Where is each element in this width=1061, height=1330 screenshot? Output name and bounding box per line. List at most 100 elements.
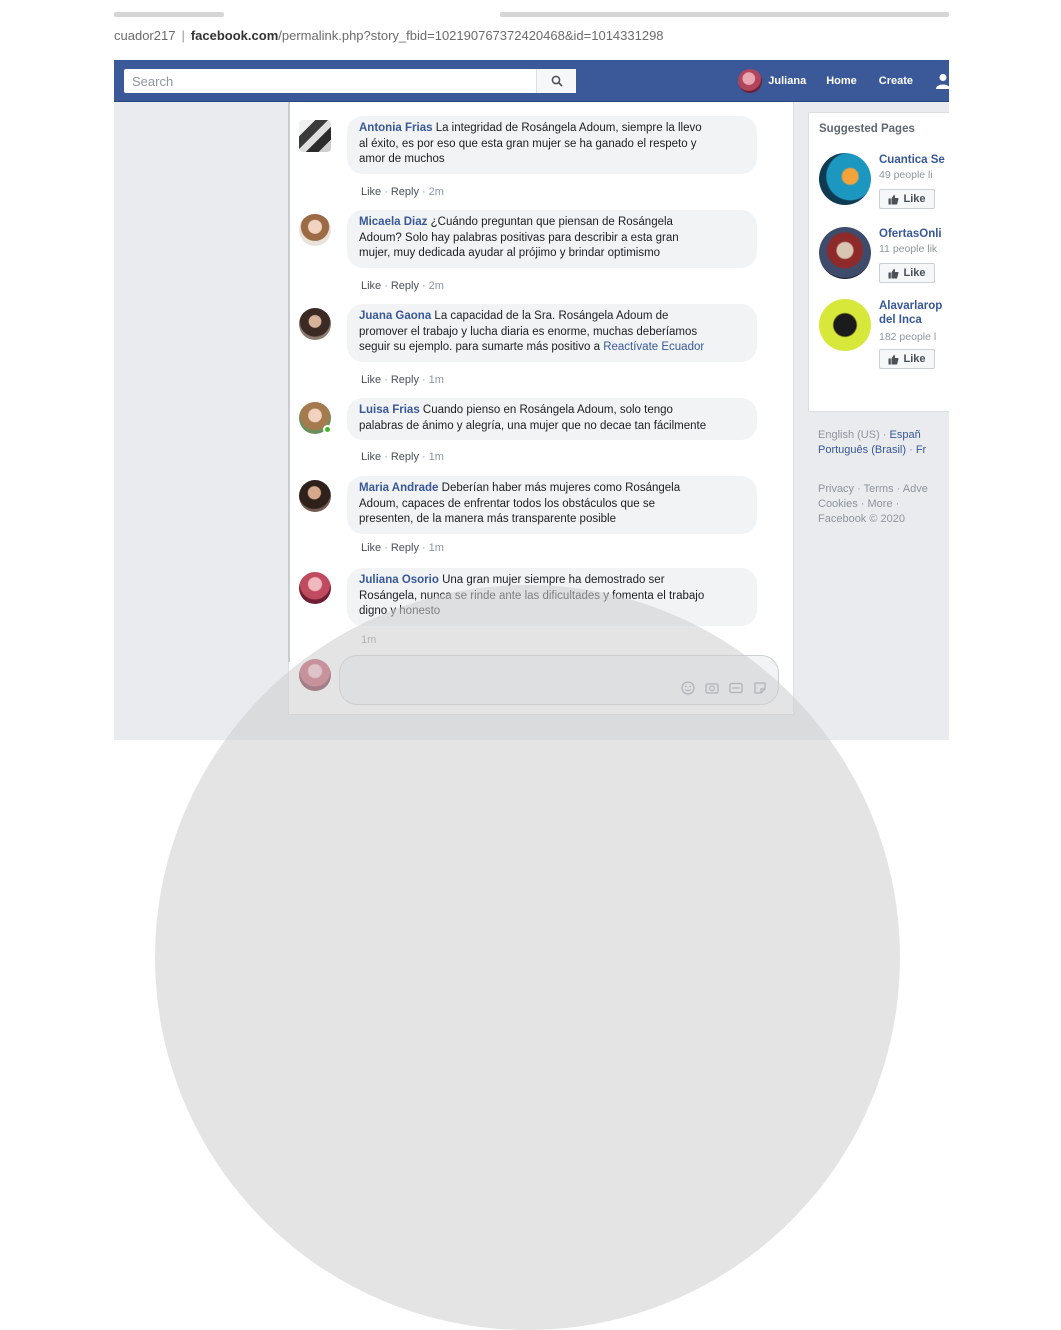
comment-time[interactable]: 2m [429,280,444,292]
thumbs-up-icon [888,354,900,364]
like-page-button[interactable]: Like [879,263,935,283]
comment-time[interactable]: 1m [361,634,376,646]
page-likes-count: 182 people l [879,331,937,343]
page-logo[interactable] [819,153,871,205]
url-prefix: cuador217 [114,28,176,43]
page-name-link[interactable]: Cuantica Se [879,153,949,167]
page-likes-count: 49 people li [879,169,933,181]
commenter-name[interactable]: Juliana Osorio [359,574,439,586]
camera-icon[interactable] [704,680,720,696]
avatar[interactable] [299,308,331,340]
like-link[interactable]: Like [361,186,381,198]
top-nav: Juliana Home Create [738,60,949,102]
comment-time[interactable]: 2m [429,186,444,198]
comment-text: Adoum, capaces de enfrentar todos los ob… [359,497,655,510]
search-icon [551,75,563,87]
thumbs-up-icon [888,194,900,204]
search-box [124,69,576,93]
reply-link[interactable]: Reply [391,374,419,386]
footer-links[interactable]: Privacy · Terms · Adve [818,483,928,495]
commenter-name[interactable]: Luisa Frias [359,404,420,416]
reply-link[interactable]: Reply [391,542,419,554]
divider [288,102,290,662]
comment-bubble: Micaela Diaz ¿Cuándo preguntan que piens… [347,210,757,268]
comment-text: Cuando pienso en Rosángela Adoum, solo t… [422,404,673,416]
reactivate-ecuador-link[interactable]: Reactívate Ecuador [603,341,704,353]
avatar [738,69,763,93]
suggested-pages-heading: Suggested Pages [819,123,915,135]
browser-tab[interactable] [114,12,224,17]
search-input[interactable] [124,69,536,93]
language-link[interactable]: Português (Brasil) [818,444,906,456]
language-link[interactable]: Españ [890,429,921,441]
like-link[interactable]: Like [361,280,381,292]
comment-time[interactable]: 1m [429,451,444,463]
browser-tab[interactable] [500,12,949,17]
like-page-button[interactable]: Like [879,189,935,209]
comment: Antonia Frias La integridad de Rosángela… [299,116,769,200]
comment-actions: 1m [361,634,376,646]
comment-text: Rosángela, nunca se rinde ante las dific… [359,589,705,602]
comment-actions: Like · Reply · 2m [361,280,444,292]
page-logo[interactable] [819,299,871,351]
browser-window: cuador217 | facebook.com/permalink.php?sto… [114,0,949,740]
like-page-button[interactable]: Like [879,349,935,369]
comment-composer [299,655,785,705]
comment-bubble: Luisa Frias Cuando pienso en Rosángela A… [347,398,757,440]
suggested-page: Alavarlarop del Inca 182 people l Like [819,299,949,389]
like-link[interactable]: Like [361,542,381,554]
reply-link[interactable]: Reply [391,451,419,463]
commenter-name[interactable]: Antonia Frias [359,122,432,134]
comment-input[interactable] [340,656,660,702]
search-button[interactable] [536,69,576,93]
comment-actions: Like · Reply · 2m [361,186,444,198]
home-link[interactable]: Home [826,75,857,87]
like-link[interactable]: Like [361,451,381,463]
language-link[interactable]: English (US) [818,429,880,441]
commenter-name[interactable]: Juana Gaona [359,310,431,322]
reply-link[interactable]: Reply [391,280,419,292]
create-link[interactable]: Create [879,75,913,87]
comment-text: palabras de ánimo y alegría, una mujer q… [359,419,707,432]
facebook-top-bar: Juliana Home Create [114,60,949,102]
reply-link[interactable]: Reply [391,186,419,198]
comment-text: ¿Cuándo preguntan que piensan de Rosánge… [430,216,673,228]
page-name-line: del Inca [879,314,922,326]
friend-requests-button[interactable] [935,73,949,89]
comment-bubble: Juliana Osorio Una gran mujer siempre ha… [347,568,757,626]
emoji-icon[interactable] [680,680,696,696]
page-name-link[interactable]: Alavarlarop del Inca [879,299,949,327]
language-link[interactable]: Fr [916,444,926,456]
gif-icon[interactable] [728,680,744,696]
composer-icons [680,680,768,696]
language-links: English (US) · Españ Português (Brasil) … [818,429,927,456]
url-path: /permalink.php?story_fbid=10219076737242… [278,28,664,43]
comment-text: digno y honesto [359,605,441,617]
sticker-icon[interactable] [752,680,768,696]
site-footer: Privacy · Terms · Adve Cookies · More · … [818,482,949,527]
comment-time[interactable]: 1m [429,374,444,386]
comment-actions: Like · Reply · 1m [361,374,444,386]
avatar[interactable] [299,120,331,152]
avatar[interactable] [299,214,331,246]
page-name-line: Alavarlarop [879,300,943,312]
comment-text: Adoum? Solo hay palabras positivas para … [359,231,679,244]
like-link[interactable]: Like [361,374,381,386]
page-logo[interactable] [819,227,871,279]
comment: Luisa Frias Cuando pienso en Rosángela A… [299,398,769,464]
comment-text: Una gran mujer siempre ha demostrado ser [442,574,665,586]
url-host: facebook.com [190,28,279,43]
footer-links[interactable]: Cookies · More · [818,498,899,510]
address-bar[interactable]: cuador217 | facebook.com/permalink.php?sto… [114,28,949,50]
profile-link[interactable]: Juliana [738,69,806,93]
avatar[interactable] [299,572,331,604]
comment-text: amor de muchos [359,153,445,165]
page-name-link[interactable]: OfertasOnli [879,227,949,241]
comment-text: La capacidad de la Sra. Rosángela Adoum … [434,310,669,322]
avatar[interactable] [299,480,331,512]
commenter-name[interactable]: Micaela Diaz [359,216,427,228]
like-label: Like [903,193,926,205]
commenter-name[interactable]: Maria Andrade [359,482,438,494]
browser-chrome: cuador217 | facebook.com/permalink.php?sto… [114,0,949,60]
comment-time[interactable]: 1m [429,542,444,554]
